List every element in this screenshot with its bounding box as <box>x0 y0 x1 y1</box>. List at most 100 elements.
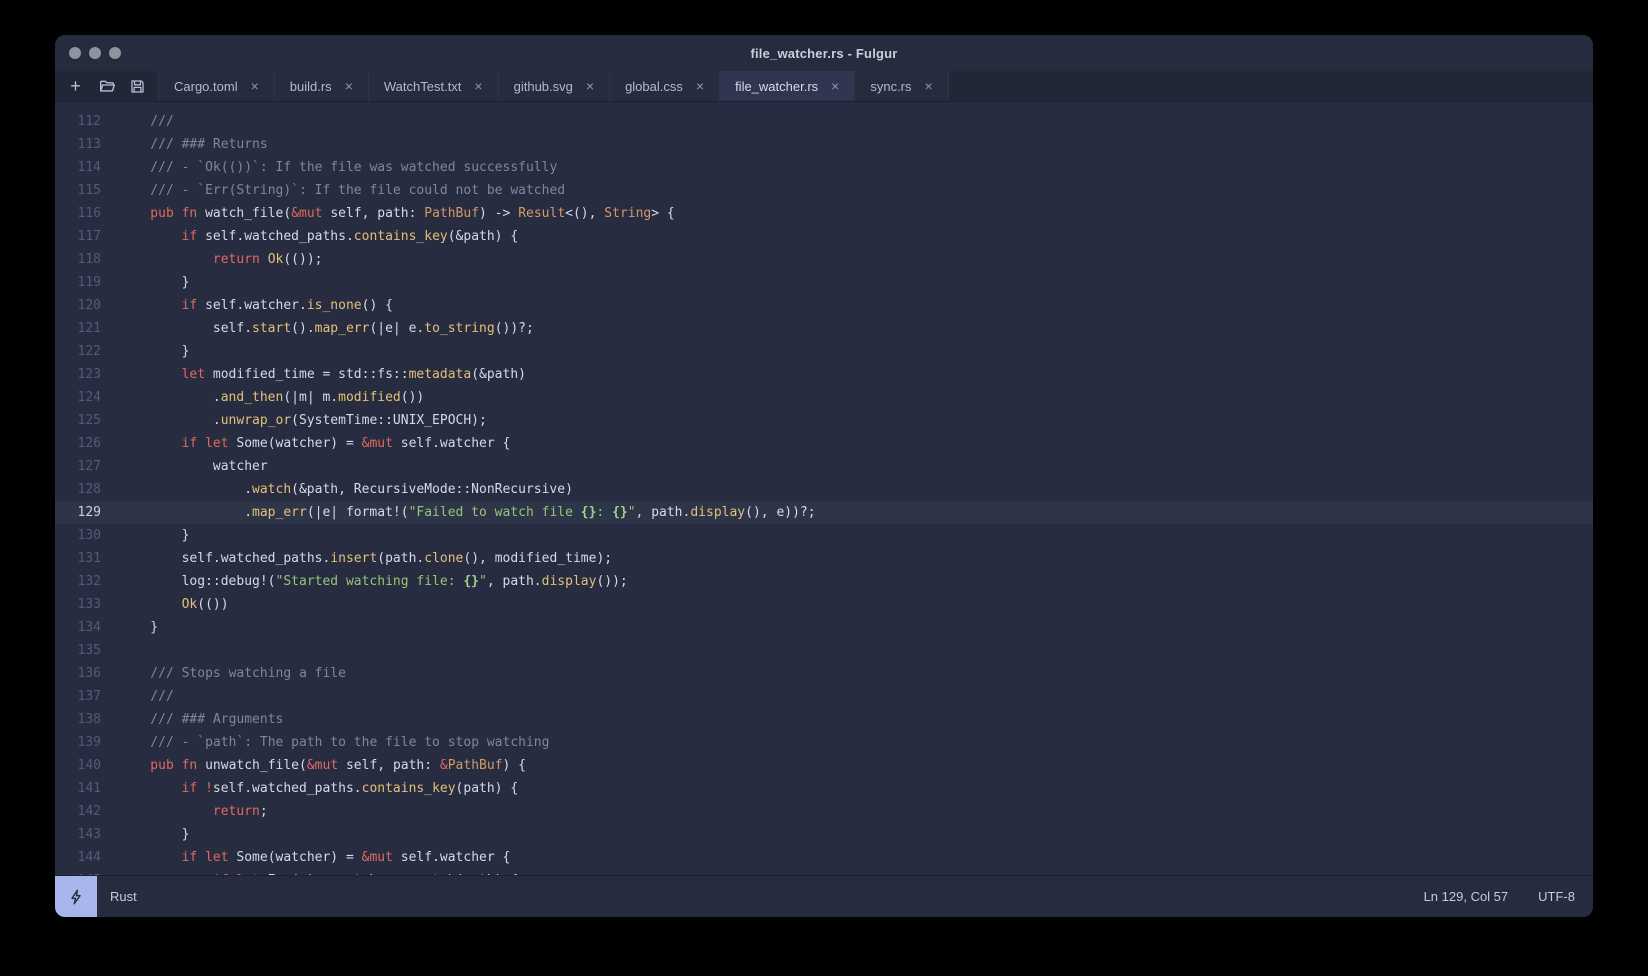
token-ty: Result <box>518 206 566 221</box>
token-kw: if <box>181 298 198 313</box>
token-pln: ())?; <box>494 321 534 336</box>
titlebar[interactable]: file_watcher.rs - Fulgur <box>55 35 1593 71</box>
tab-file_watcher.rs[interactable]: file_watcher.rs × <box>720 71 856 101</box>
code-line-124[interactable]: 124 .and_then(|m| m.modified()) <box>55 386 1593 409</box>
code-line-114[interactable]: 114 /// - `Ok(())`: If the file was watch… <box>55 156 1593 179</box>
token-pln: . <box>244 482 253 497</box>
token-pln: self.watcher { <box>392 436 511 451</box>
tab-label: sync.rs <box>870 78 912 94</box>
token-pln: (&path) <box>471 367 526 382</box>
zoom-window-button[interactable] <box>109 47 121 59</box>
token-fn: Ok <box>181 597 198 612</box>
token-fn: and_then <box>220 390 284 405</box>
code-line-135[interactable]: 135 <box>55 639 1593 662</box>
token-ty: PathBuf <box>424 206 480 221</box>
tab-close-icon[interactable]: × <box>345 79 353 93</box>
code-line-121[interactable]: 121 self.start().map_err(|e| e.to_string(… <box>55 317 1593 340</box>
code-line-120[interactable]: 120 if self.watcher.is_none() { <box>55 294 1593 317</box>
code-line-127[interactable]: 127 watcher <box>55 455 1593 478</box>
line-number: 112 <box>77 114 101 129</box>
tab-close-icon[interactable]: × <box>251 79 259 93</box>
code-line-113[interactable]: 113 /// ### Returns <box>55 133 1593 156</box>
tab-sync.rs[interactable]: sync.rs × <box>855 71 949 101</box>
code-line-130[interactable]: 130} <box>55 524 1593 547</box>
code-line-134[interactable]: 134} <box>55 616 1593 639</box>
cursor-position[interactable]: Ln 129, Col 57 <box>1424 889 1509 904</box>
tab-close-icon[interactable]: × <box>474 79 482 93</box>
code-text: if let Some(watcher) = &mut self.watcher… <box>110 432 1593 455</box>
line-number: 130 <box>77 528 101 543</box>
code-line-125[interactable]: 125 .unwrap_or(SystemTime::UNIX_EPOCH); <box>55 409 1593 432</box>
code-line-139[interactable]: 139 /// - `path`: The path to the file to… <box>55 731 1593 754</box>
code-text: /// ### Returns <box>110 133 1593 156</box>
token-cmt: /// ### Arguments <box>150 712 284 727</box>
tab-WatchTest.txt[interactable]: WatchTest.txt × <box>368 71 499 101</box>
encoding-indicator[interactable]: UTF-8 <box>1538 889 1575 904</box>
token-fn: clone <box>424 551 464 566</box>
token-pln: . <box>212 390 221 405</box>
open-file-button[interactable] <box>93 74 120 98</box>
token-pln: . <box>244 505 253 520</box>
language-indicator[interactable]: Rust <box>110 889 137 904</box>
tab-Cargo.toml[interactable]: Cargo.toml × <box>158 71 275 101</box>
token-kw: &mut <box>361 850 393 865</box>
code-line-129[interactable]: 129 .map_err(|e| format!("Failed to watch… <box>55 501 1593 524</box>
tab-build.rs[interactable]: build.rs × <box>274 71 369 101</box>
token-kw: fn <box>181 758 198 773</box>
code-line-133[interactable]: 133 Ok(()) <box>55 593 1593 616</box>
code-line-117[interactable]: 117 if self.watched_paths.contains_key(&p… <box>55 225 1593 248</box>
token-fn: unwrap_or <box>220 413 292 428</box>
code-editor[interactable]: 112 /// 113 /// ### Returns 114 /// - `Ok(())… <box>55 102 1593 875</box>
code-text: if !self.watched_paths.contains_key(path… <box>110 777 1593 800</box>
tab-github.svg[interactable]: github.svg × <box>498 71 611 101</box>
code-line-136[interactable]: 136 /// Stops watching a file <box>55 662 1593 685</box>
save-file-button[interactable] <box>124 74 151 98</box>
code-line-141[interactable]: 141 if !self.watched_paths.contains_key(p… <box>55 777 1593 800</box>
code-line-144[interactable]: 144 if let Some(watcher) = &mut self.watc… <box>55 846 1593 869</box>
token-fn: start <box>252 321 292 336</box>
tab-close-icon[interactable]: × <box>831 79 839 93</box>
code-line-131[interactable]: 131 self.watched_paths.insert(path.clone(… <box>55 547 1593 570</box>
code-line-132[interactable]: 132 log::debug!("Started watching file: {… <box>55 570 1593 593</box>
new-tab-button[interactable]: + <box>62 74 89 98</box>
tab-global.css[interactable]: global.css × <box>610 71 721 101</box>
code-line-119[interactable]: 119} <box>55 271 1593 294</box>
token-pln <box>260 252 268 267</box>
code-line-128[interactable]: 128 .watch(&path, RecursiveMode::NonRecur… <box>55 478 1593 501</box>
tab-close-icon[interactable]: × <box>586 79 594 93</box>
tab-close-icon[interactable]: × <box>925 79 933 93</box>
token-pln: Some(watcher) = <box>228 436 362 451</box>
code-line-143[interactable]: 143} <box>55 823 1593 846</box>
code-line-112[interactable]: 112 /// <box>55 110 1593 133</box>
token-fn: map_err <box>314 321 370 336</box>
code-text: watcher <box>110 455 1593 478</box>
token-kw: return <box>212 252 260 267</box>
code-line-115[interactable]: 115 /// - `Err(String)`: If the file coul… <box>55 179 1593 202</box>
language-badge[interactable] <box>55 876 97 917</box>
code-line-122[interactable]: 122} <box>55 340 1593 363</box>
code-line-138[interactable]: 138 /// ### Arguments <box>55 708 1593 731</box>
minimize-window-button[interactable] <box>89 47 101 59</box>
token-kw: pub <box>150 206 174 221</box>
close-window-button[interactable] <box>69 47 81 59</box>
line-number: 123 <box>77 367 101 382</box>
code-line-118[interactable]: 118 return Ok(()); <box>55 248 1593 271</box>
code-line-123[interactable]: 123 let modified_time = std::fs::metadata… <box>55 363 1593 386</box>
code-line-140[interactable]: 140 pub fn unwatch_file(&mut self, path: … <box>55 754 1593 777</box>
code-line-137[interactable]: 137 /// <box>55 685 1593 708</box>
token-pln: ) -> <box>479 206 519 221</box>
token-fn: Ok <box>267 252 284 267</box>
token-pln: (SystemTime::UNIX_EPOCH); <box>291 413 487 428</box>
token-pln: watch_file( <box>197 206 292 221</box>
code-line-116[interactable]: 116 pub fn watch_file(&mut self, path: Pa… <box>55 202 1593 225</box>
code-line-126[interactable]: 126 if let Some(watcher) = &mut self.watc… <box>55 432 1593 455</box>
code-line-142[interactable]: 142 return; <box>55 800 1593 823</box>
code-text: let modified_time = std::fs::metadata(&p… <box>110 363 1593 386</box>
line-number: 142 <box>77 804 101 819</box>
token-pln: ()); <box>596 574 628 589</box>
token-pln: unwatch_file( <box>197 758 307 773</box>
token-strb: {} <box>612 505 628 520</box>
tab-close-icon[interactable]: × <box>696 79 704 93</box>
token-pln: } <box>181 528 190 543</box>
